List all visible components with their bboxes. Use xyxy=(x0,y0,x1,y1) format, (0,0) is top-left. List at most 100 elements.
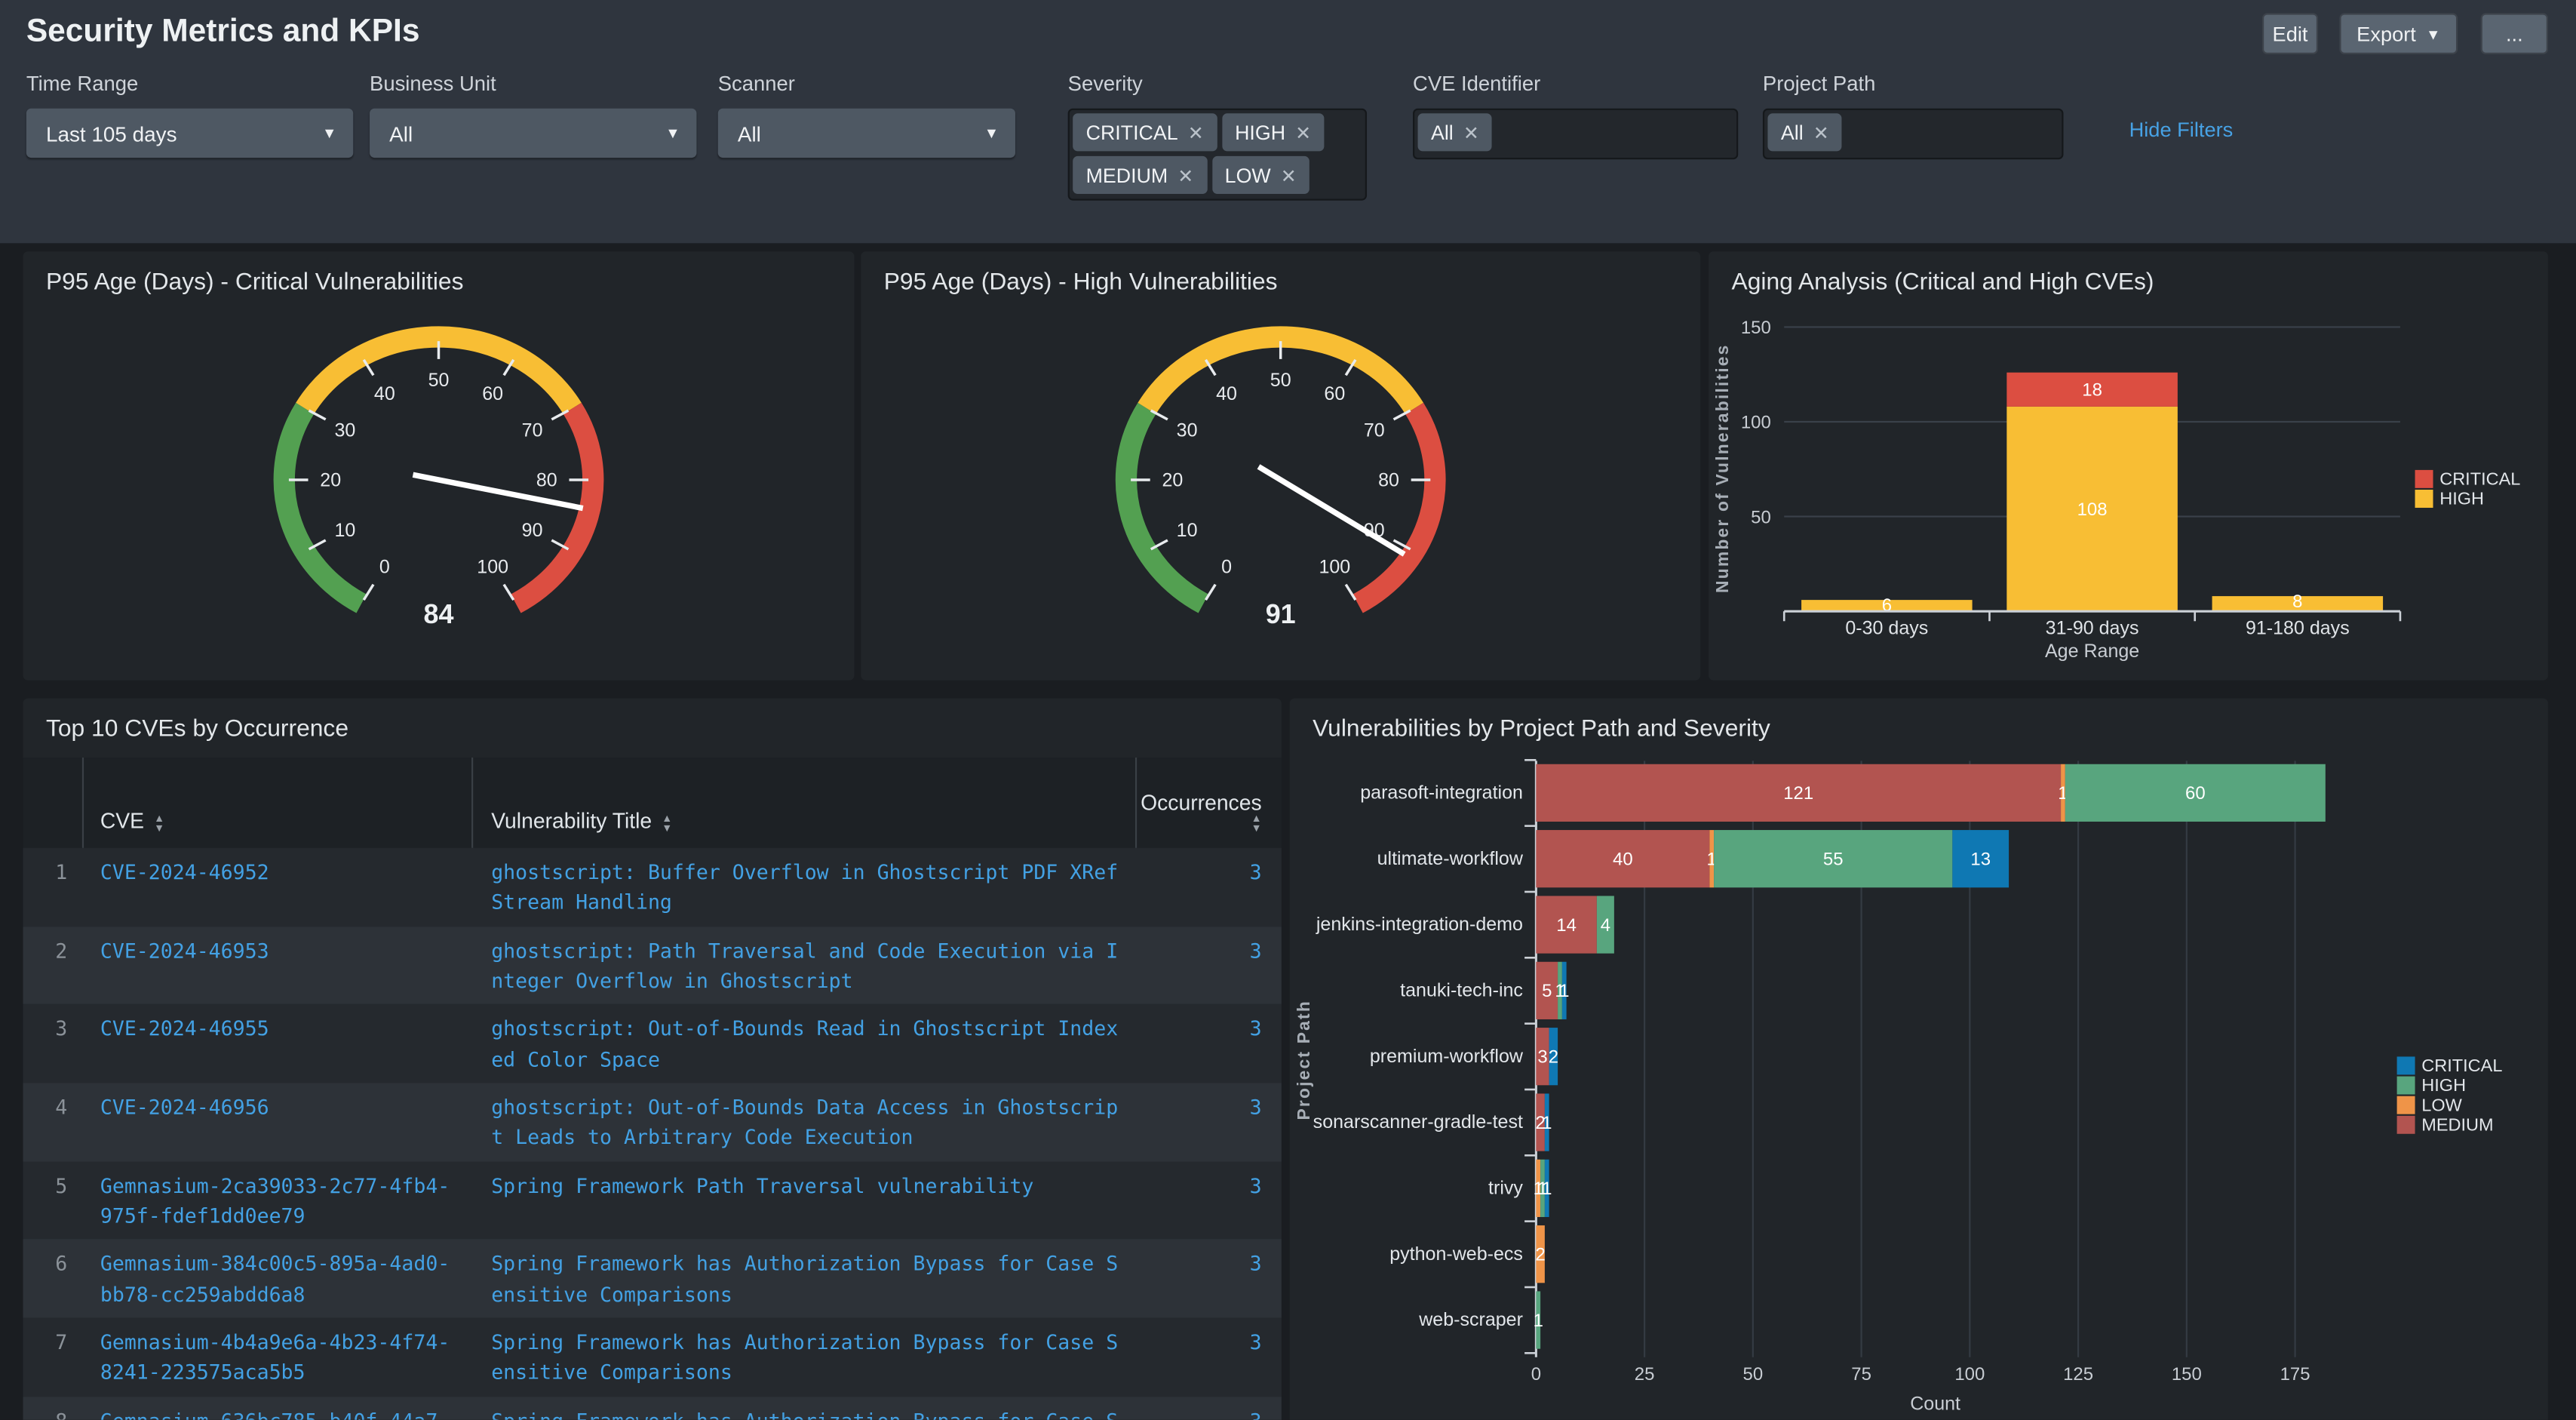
filter-chip-all[interactable]: All✕ xyxy=(1767,113,1842,151)
chip-label: All xyxy=(1431,121,1454,143)
legend-swatch-critical[interactable] xyxy=(2397,1056,2415,1074)
time-range-dropdown[interactable]: Last 105 days ▼ xyxy=(26,109,353,158)
filter-label-project-path: Project Path xyxy=(1763,72,1875,95)
edit-button-label: Edit xyxy=(2273,22,2308,45)
gauge-tick-label: 70 xyxy=(1364,420,1385,441)
gauge-tick-label: 40 xyxy=(374,383,395,404)
vulnerability-title-link[interactable]: Spring Framework Path Traversal vulnerab… xyxy=(473,1161,1137,1240)
more-actions-button[interactable]: ... xyxy=(2481,13,2548,54)
filter-label-cve-identifier: CVE Identifier xyxy=(1413,72,1540,95)
gauge-tick-label: 80 xyxy=(536,470,557,491)
y-tick-label: 100 xyxy=(1741,413,1771,433)
gauge-tick-label: 40 xyxy=(1216,383,1237,404)
cve-link[interactable]: Gemnasium-4b4a9e6a-4b23-4f74-8241-223575… xyxy=(84,1318,473,1397)
occurrences-value[interactable]: 3 xyxy=(1137,1083,1282,1161)
filter-chip-medium[interactable]: MEDIUM ✕ xyxy=(1073,156,1207,194)
vulnerability-title-link[interactable]: ghostscript: Buffer Overflow in Ghostscr… xyxy=(473,848,1137,927)
remove-chip-icon[interactable]: ✕ xyxy=(1463,121,1479,143)
cve-link[interactable]: CVE-2024-46953 xyxy=(84,927,473,1005)
legend-swatch-medium[interactable] xyxy=(2397,1116,2415,1134)
remove-chip-icon[interactable]: ✕ xyxy=(1177,164,1193,186)
bar-value-label: 2 xyxy=(1535,1244,1545,1265)
y-category-label: ultimate-workflow xyxy=(1377,848,1524,869)
table-row: 8Gemnasium-636bc785-b40f-44a7-0c71-115ce… xyxy=(23,1397,1281,1420)
gauge-tick-label: 80 xyxy=(1378,470,1399,491)
sort-icon[interactable] xyxy=(154,815,164,833)
y-category-label: parasoft-integration xyxy=(1360,782,1523,803)
cve-identifier-multiselect[interactable]: All ✕ xyxy=(1413,109,1738,160)
gauge-tick-label: 10 xyxy=(334,520,355,541)
y-tick-label: 150 xyxy=(1741,318,1771,338)
vulnerability-title-link[interactable]: ghostscript: Out-of-Bounds Data Access i… xyxy=(473,1083,1137,1161)
filter-chip-critical[interactable]: CRITICAL✕ xyxy=(1073,113,1217,151)
cve-link[interactable]: Gemnasium-384c00c5-895a-4ad0-bb78-cc259a… xyxy=(84,1240,473,1318)
gauge-tick xyxy=(1205,585,1215,601)
cve-link[interactable]: Gemnasium-636bc785-b40f-44a7-0c71-115ce0… xyxy=(84,1397,473,1420)
bar-value-label: 108 xyxy=(2077,499,2108,520)
table-header-cve[interactable]: CVE xyxy=(84,758,473,848)
occurrences-value[interactable]: 3 xyxy=(1137,1397,1282,1420)
x-tick-label: 0 xyxy=(1531,1364,1541,1385)
vulnerability-title-link[interactable]: Spring Framework has Authorization Bypas… xyxy=(473,1240,1137,1318)
legend-swatch-low[interactable] xyxy=(2397,1096,2415,1114)
cve-link[interactable]: Gemnasium-2ca39033-2c77-4fb4-975f-fdef1d… xyxy=(84,1161,473,1240)
remove-chip-icon[interactable]: ✕ xyxy=(1295,121,1311,143)
vulnerability-title-link[interactable]: ghostscript: Out-of-Bounds Read in Ghost… xyxy=(473,1005,1137,1083)
gauge-tick-label: 0 xyxy=(1221,557,1232,578)
cve-link[interactable]: CVE-2024-46956 xyxy=(84,1083,473,1161)
panel-title: Vulnerabilities by Project Path and Seve… xyxy=(1313,717,1770,743)
vulnerability-title-link[interactable]: Spring Framework has Authorization Bypas… xyxy=(473,1397,1137,1420)
x-axis-title: Age Range xyxy=(2045,641,2139,662)
y-category-label: python-web-ecs xyxy=(1389,1243,1523,1265)
export-button[interactable]: Export ▼ xyxy=(2339,13,2458,54)
business-unit-value: All xyxy=(389,121,413,146)
filter-chip-all[interactable]: All ✕ xyxy=(1418,113,1493,151)
legend-swatch-critical[interactable] xyxy=(2415,470,2433,488)
edit-button[interactable]: Edit xyxy=(2262,13,2318,54)
scanner-value: All xyxy=(738,121,761,146)
occurrences-value[interactable]: 3 xyxy=(1137,1005,1282,1083)
table-header-vulnerability-title[interactable]: Vulnerability Title xyxy=(473,758,1137,848)
gauge-tick-label: 0 xyxy=(379,557,390,578)
row-number: 6 xyxy=(23,1240,84,1318)
occurrences-value[interactable]: 3 xyxy=(1137,848,1282,927)
occurrences-value[interactable]: 3 xyxy=(1137,927,1282,1005)
vulnerability-title-link[interactable]: Spring Framework has Authorization Bypas… xyxy=(473,1318,1137,1397)
gauge-tick-label: 30 xyxy=(334,420,355,441)
dashboard: Security Metrics and KPIs Edit Export ▼ … xyxy=(0,0,2576,1420)
table-body: 1CVE-2024-46952ghostscript: Buffer Overf… xyxy=(23,848,1281,1420)
severity-multiselect[interactable]: CRITICAL✕HIGH✕MEDIUM✕LOW✕ xyxy=(1068,109,1367,201)
row-number: 7 xyxy=(23,1318,84,1397)
cve-link[interactable]: CVE-2024-46952 xyxy=(84,848,473,927)
project-path-multiselect[interactable]: All✕ xyxy=(1763,109,2064,160)
chip-label: MEDIUM xyxy=(1086,164,1168,186)
filter-chip-low[interactable]: LOW✕ xyxy=(1211,156,1309,194)
panel-title: Aging Analysis (Critical and High CVEs) xyxy=(1732,269,2154,296)
projectpath-severity-chart: 0255075100125150175parasoft-integration1… xyxy=(1290,755,2548,1420)
vulnerability-title-link[interactable]: ghostscript: Path Traversal and Code Exe… xyxy=(473,927,1137,1005)
remove-chip-icon[interactable]: ✕ xyxy=(1813,121,1829,143)
y-axis-title: Number of Vulnerabilities xyxy=(1712,343,1732,593)
y-category-label: trivy xyxy=(1488,1177,1523,1198)
cve-link[interactable]: CVE-2024-46955 xyxy=(84,1005,473,1083)
filter-chip-high[interactable]: HIGH✕ xyxy=(1222,113,1325,151)
table-row: 3 CVE-2024-46955ghostscript: Out-of-Bound… xyxy=(23,1005,1281,1083)
business-unit-dropdown[interactable]: All ▼ xyxy=(370,109,696,158)
x-tick-label: 100 xyxy=(1954,1364,1985,1385)
scanner-dropdown[interactable]: All ▼ xyxy=(718,109,1015,158)
occurrences-value[interactable]: 3 xyxy=(1137,1240,1282,1318)
sort-icon[interactable] xyxy=(662,815,672,833)
x-category-label: 0-30 days xyxy=(1845,618,1928,639)
bar-value-label: 8 xyxy=(2292,592,2302,612)
legend-swatch-high[interactable] xyxy=(2397,1077,2415,1095)
hide-filters-link[interactable]: Hide Filters xyxy=(2129,118,2234,141)
remove-chip-icon[interactable]: ✕ xyxy=(1188,121,1204,143)
remove-chip-icon[interactable]: ✕ xyxy=(1281,164,1297,186)
occurrences-value[interactable]: 3 xyxy=(1137,1161,1282,1240)
sort-icon[interactable] xyxy=(1251,815,1262,833)
occurrences-value[interactable]: 3 xyxy=(1137,1318,1282,1397)
table-header-occurrences[interactable]: Occurrences xyxy=(1137,758,1282,848)
table-header-rownum xyxy=(23,758,84,848)
legend-swatch-high[interactable] xyxy=(2415,490,2433,508)
legend-label: CRITICAL xyxy=(2421,1056,2502,1075)
